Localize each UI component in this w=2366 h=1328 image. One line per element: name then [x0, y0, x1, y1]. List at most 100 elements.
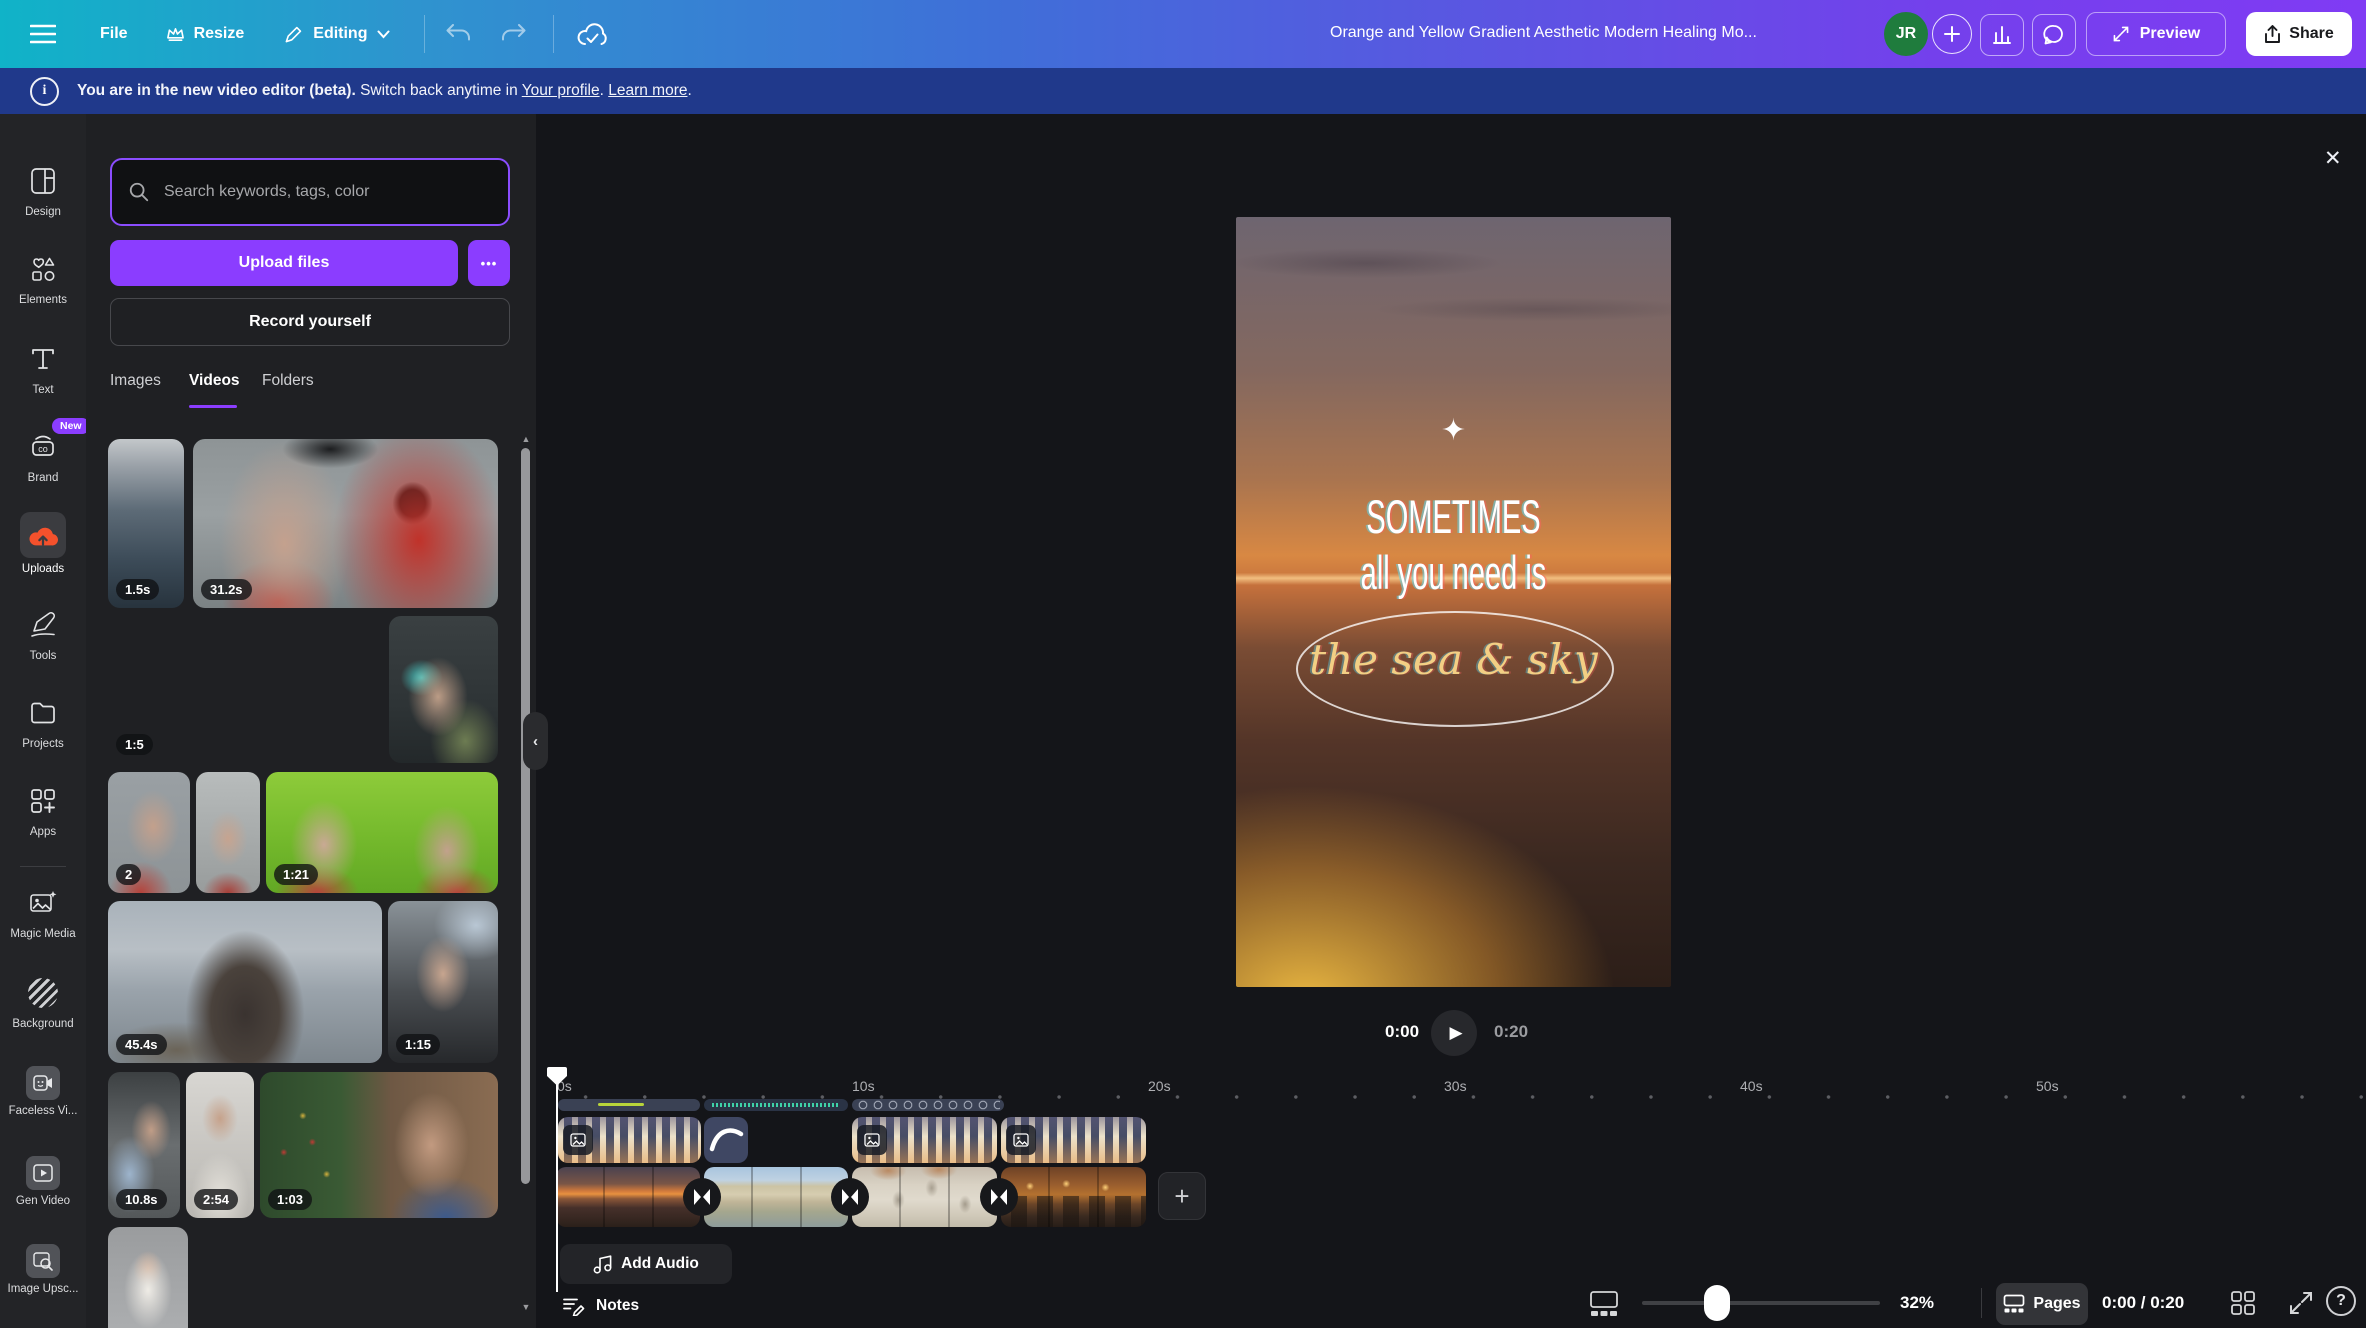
timeline-ruler[interactable]: 0s 10s 20s 30s 40s 50s [536, 1078, 2366, 1100]
your-profile-link[interactable]: Your profile [522, 82, 600, 99]
search-box[interactable] [110, 158, 510, 226]
image-upscaler-icon [26, 1244, 60, 1278]
info-icon: i [30, 77, 59, 106]
video-thumbnail[interactable]: 24.5s [108, 1227, 188, 1328]
new-badge: New [52, 418, 90, 434]
tab-images[interactable]: Images [110, 372, 161, 390]
duration-badge: 2:54 [194, 1189, 238, 1210]
headline-text-1[interactable]: SOMETIMES [1310, 491, 1597, 545]
transition-button[interactable] [831, 1178, 869, 1216]
sidebar-item-image-upscaler[interactable]: Image Upsc... [0, 1244, 86, 1295]
cloud-save-status-icon[interactable] [576, 21, 608, 48]
duration-badge: 1:03 [268, 1189, 312, 1210]
overlay-clip-curve[interactable] [704, 1117, 748, 1163]
headline-text-2[interactable]: all you need is [1310, 547, 1597, 601]
overlay-clip[interactable] [558, 1117, 701, 1163]
file-menu[interactable]: File [100, 25, 128, 43]
comment-bubble-icon [2043, 24, 2065, 46]
sidebar-item-elements[interactable]: Elements [0, 254, 86, 306]
video-thumbnail[interactable]: 31.2s [193, 439, 498, 608]
video-thumbnail[interactable]: 45.4s [108, 901, 382, 1063]
video-clip-2[interactable] [704, 1167, 848, 1227]
fullscreen-icon[interactable] [2286, 1288, 2316, 1318]
tab-videos[interactable]: Videos [189, 372, 240, 390]
sidebar-item-text[interactable]: Text [0, 344, 86, 396]
redo-icon[interactable] [500, 22, 527, 46]
learn-more-link[interactable]: Learn more [608, 82, 687, 99]
video-thumbnail[interactable] [389, 616, 498, 763]
zoom-slider-knob[interactable] [1704, 1285, 1730, 1321]
video-thumbnail[interactable]: 1.5s [108, 439, 184, 608]
gen-video-icon [26, 1156, 60, 1190]
add-audio-button[interactable]: Add Audio [560, 1244, 732, 1284]
scroll-up-icon[interactable]: ▲ [520, 434, 532, 444]
video-thumbnail[interactable]: 1:15 [388, 901, 498, 1063]
editing-mode-menu[interactable]: Editing [284, 25, 390, 44]
hamburger-menu-icon[interactable] [28, 24, 58, 44]
duration-badge: 45.4s [116, 1034, 167, 1055]
undo-icon[interactable] [445, 22, 472, 46]
overlay-clip[interactable] [852, 1117, 997, 1163]
help-button[interactable]: ? [2326, 1286, 2356, 1316]
search-input[interactable] [162, 182, 492, 202]
play-icon: ▶ [1449, 1023, 1462, 1043]
video-thumbnail[interactable]: 1:5 [108, 616, 384, 763]
play-button[interactable]: ▶ [1431, 1010, 1477, 1056]
sidebar-item-brand[interactable]: New co Brand [0, 432, 86, 484]
sidebar-item-gen-video[interactable]: Gen Video [0, 1156, 86, 1207]
video-thumbnail[interactable]: 1:03 [260, 1072, 498, 1218]
comments-button[interactable] [2032, 14, 2076, 56]
record-yourself-button[interactable]: Record yourself [110, 298, 510, 346]
timeline-view-icon[interactable] [1586, 1288, 1622, 1320]
script-text[interactable]: the sea & sky [1236, 635, 1671, 684]
avatar[interactable]: JR [1884, 12, 1928, 56]
notes-button[interactable]: Notes [562, 1296, 639, 1316]
sidebar-item-projects[interactable]: Projects [0, 698, 86, 750]
video-thumbnail[interactable]: 2 [108, 772, 190, 893]
scroll-down-icon[interactable]: ▼ [520, 1302, 532, 1312]
mini-track-segment[interactable] [852, 1099, 1004, 1111]
transition-button[interactable] [980, 1178, 1018, 1216]
upload-more-options-button[interactable]: ••• [468, 240, 510, 286]
mini-track-segment[interactable] [558, 1099, 700, 1111]
close-icon[interactable]: ✕ [2324, 146, 2342, 171]
preview-button[interactable]: Preview [2086, 12, 2226, 56]
video-thumbnail[interactable]: 2:54 [186, 1072, 254, 1218]
zoom-slider-track[interactable] [1642, 1301, 1880, 1305]
video-thumbnail[interactable]: 1:21 [266, 772, 498, 893]
video-thumbnail[interactable]: 10.8s [108, 1072, 180, 1218]
design-page[interactable]: ✦ SOMETIMES all you need is the sea & sk… [1236, 217, 1671, 987]
playhead-line[interactable] [556, 1070, 558, 1292]
pages-toggle-button[interactable]: Pages [1996, 1283, 2088, 1325]
mini-track-segment-audio[interactable] [704, 1099, 848, 1111]
insights-button[interactable] [1980, 14, 2024, 56]
sidebar-item-faceless-video[interactable]: Faceless Vi... [0, 1066, 86, 1117]
add-member-button[interactable] [1932, 14, 1972, 54]
video-clip-4[interactable] [1001, 1167, 1146, 1227]
sidebar-item-background[interactable]: Background [0, 978, 86, 1030]
document-title[interactable]: Orange and Yellow Gradient Aesthetic Mod… [1330, 24, 1846, 42]
video-thumbnail[interactable] [196, 772, 260, 893]
add-clip-button[interactable]: + [1158, 1172, 1206, 1220]
video-clip-3[interactable] [852, 1167, 997, 1227]
panel-scrollbar[interactable] [521, 448, 530, 1184]
timeline-time-display: 0:00 / 0:20 [2102, 1293, 2184, 1313]
upload-files-button[interactable]: Upload files [110, 240, 458, 286]
sidebar-item-uploads[interactable]: Uploads [0, 512, 86, 575]
resize-menu[interactable]: Resize [166, 25, 245, 43]
duration-badge: 1:5 [116, 734, 153, 755]
video-clip-1[interactable] [556, 1167, 700, 1227]
overlay-clip[interactable] [1001, 1117, 1146, 1163]
panel-collapse-handle[interactable]: ‹ [523, 712, 548, 770]
sidebar-item-tools[interactable]: Tools [0, 610, 86, 662]
share-button[interactable]: Share [2246, 12, 2352, 56]
sidebar-item-apps[interactable]: Apps [0, 786, 86, 838]
grid-view-icon[interactable] [2228, 1288, 2258, 1318]
sidebar-item-magic-media[interactable]: Magic Media [0, 888, 86, 940]
sidebar-item-design[interactable]: Design [0, 166, 86, 218]
transition-button[interactable] [683, 1178, 721, 1216]
tab-folders[interactable]: Folders [262, 372, 314, 390]
playhead-marker[interactable] [546, 1066, 568, 1087]
sparkle-element[interactable]: ✦ [1236, 413, 1671, 448]
pages-icon [2003, 1294, 2025, 1314]
